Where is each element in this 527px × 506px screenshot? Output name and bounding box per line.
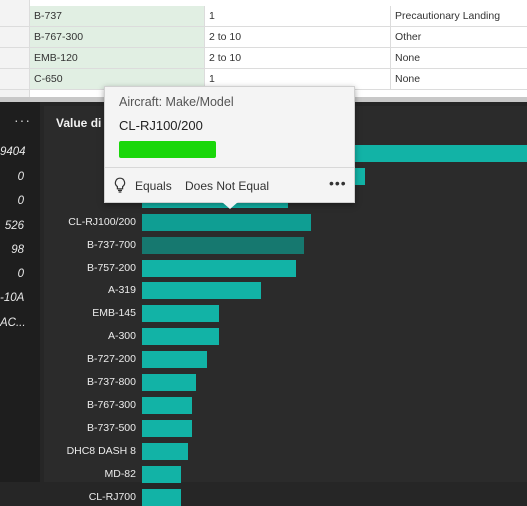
cell-range[interactable]: 2 to 10 [205,27,391,47]
more-options-icon[interactable]: ··· [14,112,31,128]
category-label: B-757-200 [86,262,136,274]
category-label: B-727-200 [86,353,136,365]
cell-outcome[interactable]: Other [391,27,527,47]
left-value: -10A [0,292,25,304]
chart-title: Value di [56,116,102,130]
category-label: B-737-700 [86,239,136,251]
left-value: 98 [11,244,24,256]
chart-bar[interactable] [142,351,207,368]
chart-bar[interactable] [142,443,188,460]
chart-bar[interactable] [142,466,181,483]
category-label: MD-82 [104,468,136,480]
category-label: EMB-145 [92,307,136,319]
chart-bar[interactable] [142,282,261,299]
chart-bar[interactable] [142,237,304,254]
category-label: CL-RJ700 [88,491,136,503]
filter-not-equal-button[interactable]: Does Not Equal [185,179,269,193]
category-label: DHC8 DASH 8 [66,445,136,457]
table-row[interactable]: B-767-300 2 to 10 Other [0,27,527,48]
table-row[interactable]: B-737 1 Precautionary Landing [0,6,527,27]
category-label: B-737-500 [86,422,136,434]
left-value: 9404 [0,146,26,158]
left-value: 0 [17,268,24,280]
cell-outcome[interactable]: None [391,48,527,68]
filter-equals-button[interactable]: Equals [135,179,172,193]
cell-model[interactable]: B-767-300 [30,27,205,47]
left-value: AC... [0,317,26,329]
chart-bar[interactable] [142,489,181,506]
cell-range[interactable]: 1 [205,6,391,26]
chart-bar[interactable] [142,328,219,345]
category-label: B-767-300 [86,399,136,411]
cell-outcome[interactable]: Precautionary Landing [391,6,527,26]
tooltip-field-label: Aircraft: Make/Model [119,95,234,109]
category-label: A-319 [107,284,136,296]
tooltip-divider [105,167,354,168]
chart-bar[interactable] [142,214,311,231]
cell-outcome[interactable]: None [391,69,527,89]
chart-bar[interactable] [142,260,296,277]
table-row[interactable]: EMB-120 2 to 10 None [0,48,527,69]
cell-model[interactable]: EMB-120 [30,48,205,68]
chart-bar[interactable] [142,397,192,414]
data-table: B-737 1 Precautionary Landing B-767-300 … [0,0,527,97]
tooltip-pointer [222,202,238,209]
left-value: 0 [17,195,24,207]
left-value: 0 [17,171,24,183]
chart-tooltip: Aircraft: Make/Model CL-RJ100/200 Equals… [104,86,355,203]
chart-bar[interactable] [142,305,219,322]
redacted-text [119,141,216,158]
left-value: 526 [4,220,24,232]
category-label: CL-RJ100/200 [68,216,136,228]
tooltip-more-icon[interactable]: ••• [329,175,347,191]
chart-bar[interactable] [142,374,196,391]
category-label: A-300 [107,330,136,342]
tooltip-field-value: CL-RJ100/200 [119,118,203,133]
category-label: B-737-800 [86,376,136,388]
cell-range[interactable]: 2 to 10 [205,48,391,68]
cell-model[interactable]: B-737 [30,6,205,26]
lightbulb-icon [114,177,126,193]
chart-bar[interactable] [142,420,192,437]
